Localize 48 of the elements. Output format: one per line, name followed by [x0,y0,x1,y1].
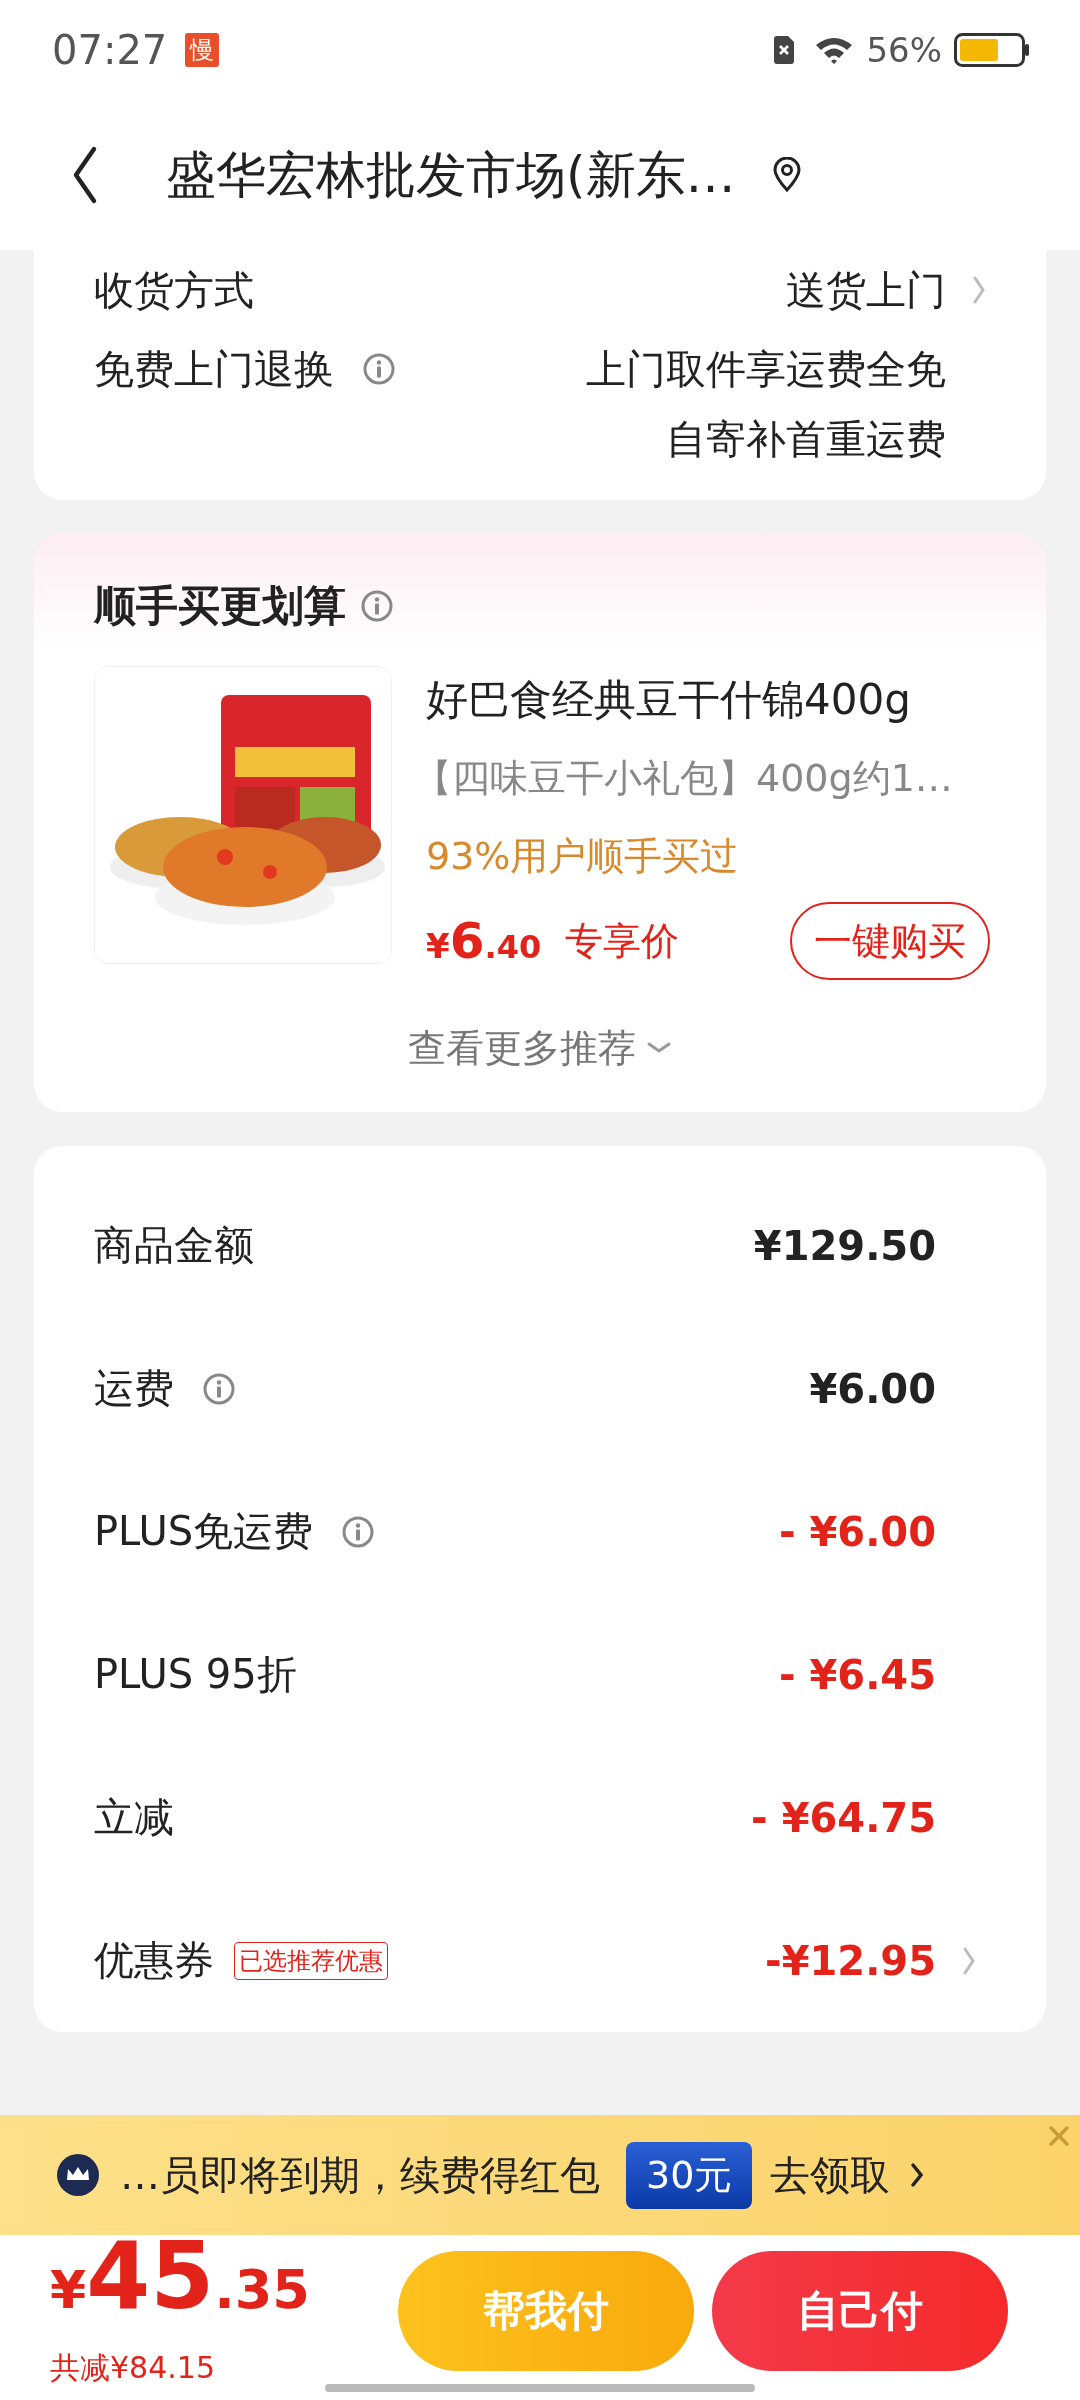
battery-percent: 56% [866,30,942,70]
social-proof: 93%用户顺手买过 [426,833,740,880]
row-amount: - ¥6.00 [778,1508,936,1555]
saved-amount: 共减¥84.15 [50,2349,216,2387]
banner-text: …员即将到期，续费得红包 [120,2150,600,2200]
row-value: 送货上门 [786,266,946,315]
more-link[interactable]: 查看更多推荐 [408,1022,636,1074]
row-label: PLUS免运费 [94,1507,314,1556]
renewal-banner[interactable]: …员即将到期，续费得红包 30元 去领取 [0,2115,1080,2235]
row-label: 立减 [94,1793,174,1842]
info-icon[interactable] [362,352,396,386]
buy-button[interactable]: 一键购买 [790,902,990,980]
location-pin-icon[interactable] [771,157,802,193]
info-icon[interactable] [360,589,394,623]
info-icon[interactable] [341,1514,376,1549]
claim-link[interactable]: 去领取 [770,2147,891,2203]
product-name[interactable]: 好巴食经典豆干什锦400g [426,670,986,730]
row-amount: -¥12.95 [765,1937,936,1984]
total-price: ¥45.35 [50,2232,311,2332]
chevron-down-icon[interactable] [646,1041,672,1055]
row-amount: - ¥6.45 [778,1651,936,1698]
row-amount: ¥6.00 [809,1365,936,1412]
crown-icon [56,2153,100,2197]
status-time: 07:27 [52,27,168,73]
app-badge: 慢 [185,33,220,67]
row-value: 上门取件享运费全免 [586,345,946,394]
row-label: 运费 [94,1364,174,1413]
row-amount: ¥129.50 [753,1222,936,1269]
page-title: 盛华宏林批发市场(新东… [166,144,736,206]
row-label: 商品金额 [94,1221,254,1270]
row-label: 免费上门退换 [94,345,334,394]
sim-off-icon [772,35,797,65]
row-label: 优惠券 [94,1936,214,1985]
wifi-icon [814,35,855,65]
chevron-icon[interactable] [910,2162,925,2188]
battery-icon [954,33,1030,67]
price-tag: 专享价 [565,915,680,967]
info-icon[interactable] [202,1371,236,1406]
coupon-tag: 已选推荐优惠 [234,1941,388,1980]
section-title: 顺手买更划算 [94,580,346,632]
amount-badge: 30元 [626,2141,753,2209]
row-label: 收货方式 [94,266,254,315]
product-subtitle: 【四味豆干小礼包】400g约1… [414,755,954,802]
row-label: PLUS 95折 [94,1650,297,1699]
pay-button[interactable]: 自己付 [712,2250,1008,2371]
row-amount: - ¥64.75 [751,1794,936,1841]
row-value: 自寄补首重运费 [666,415,946,464]
product-price: ¥6.40 [426,912,542,970]
